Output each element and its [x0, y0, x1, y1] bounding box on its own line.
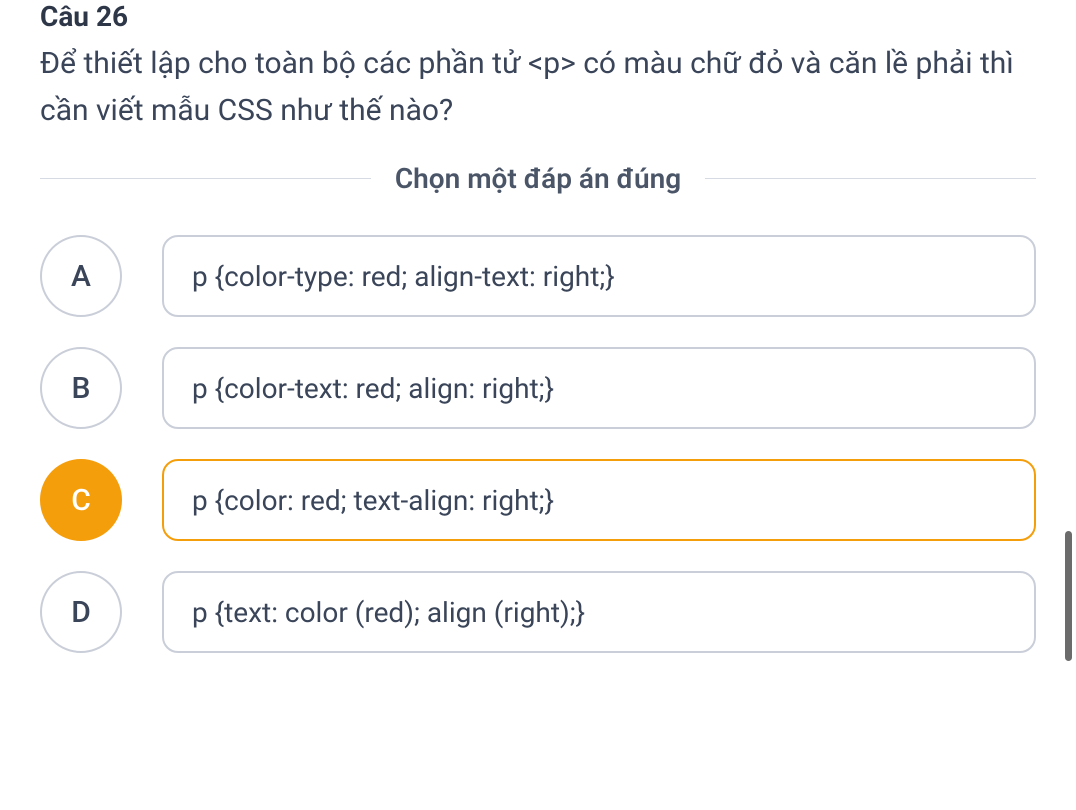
- scrollbar-thumb[interactable]: [1065, 531, 1072, 661]
- option-content-d[interactable]: p {text: color (red); align (right);}: [162, 571, 1036, 653]
- option-d[interactable]: D p {text: color (red); align (right);}: [40, 571, 1036, 653]
- question-block: Câu 26 Để thiết lập cho toàn bộ các phần…: [40, 0, 1036, 134]
- instruction-text: Chọn một đáp án đúng: [371, 162, 705, 195]
- option-letter-c[interactable]: C: [40, 459, 122, 541]
- question-number: Câu 26: [40, 0, 1036, 33]
- option-content-a[interactable]: p {color-type: red; align-text: right;}: [162, 235, 1036, 317]
- option-a[interactable]: A p {color-type: red; align-text: right;…: [40, 235, 1036, 317]
- option-letter-b[interactable]: B: [40, 347, 122, 429]
- instruction-row: Chọn một đáp án đúng: [40, 162, 1036, 195]
- divider-right: [705, 178, 1036, 179]
- option-letter-a[interactable]: A: [40, 235, 122, 317]
- option-letter-d[interactable]: D: [40, 571, 122, 653]
- options-list: A p {color-type: red; align-text: right;…: [40, 235, 1036, 653]
- option-content-b[interactable]: p {color-text: red; align: right;}: [162, 347, 1036, 429]
- option-c[interactable]: C p {color: red; text-align: right;}: [40, 459, 1036, 541]
- option-b[interactable]: B p {color-text: red; align: right;}: [40, 347, 1036, 429]
- question-text: Để thiết lập cho toàn bộ các phần tử <p>…: [40, 41, 1036, 134]
- divider-left: [40, 178, 371, 179]
- option-content-c[interactable]: p {color: red; text-align: right;}: [162, 459, 1036, 541]
